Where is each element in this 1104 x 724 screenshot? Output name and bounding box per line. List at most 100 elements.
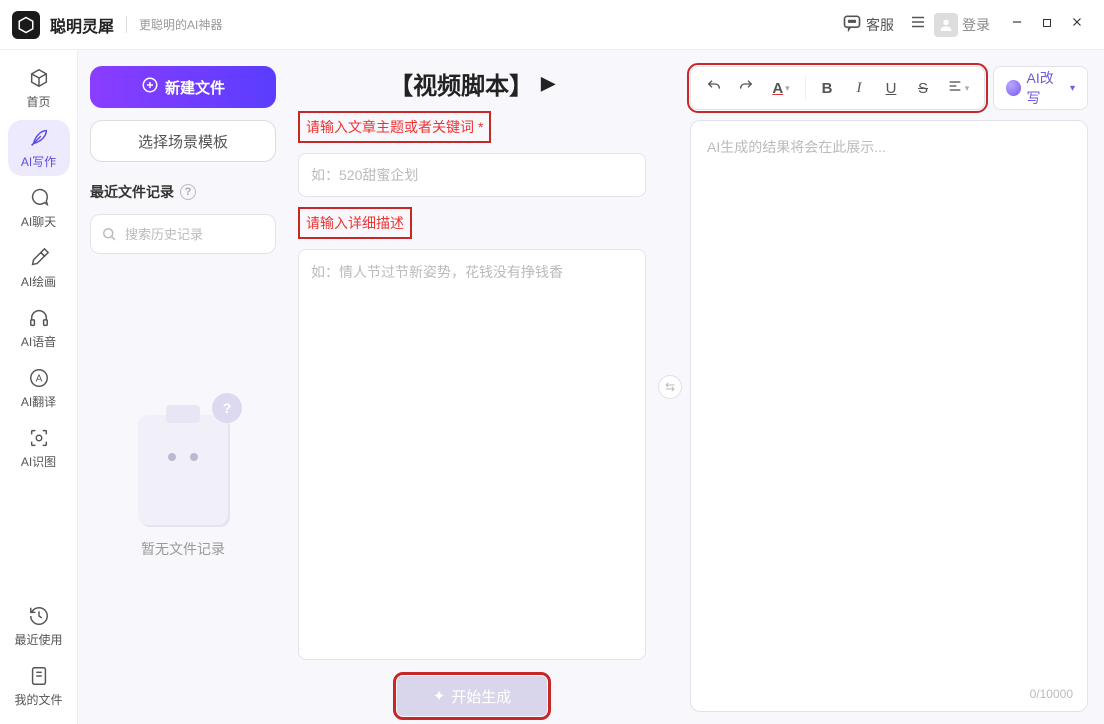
redo-icon [738, 78, 754, 98]
sidebar-label: 首页 [26, 93, 50, 110]
sidebar-item-vision[interactable]: AI识图 [8, 420, 70, 476]
maximize-icon [1041, 16, 1053, 34]
file-icon [28, 665, 50, 687]
ai-orb-icon [1006, 80, 1021, 96]
search-icon [100, 225, 118, 248]
close-icon [1070, 15, 1084, 34]
app-name: 聪明灵犀 [50, 13, 114, 37]
headphones-icon [28, 307, 50, 329]
sparkle-icon: ✦ [433, 687, 446, 705]
detail-textarea[interactable] [298, 249, 646, 660]
recent-files-heading: 最近文件记录 ? [90, 182, 276, 202]
support-button[interactable]: 客服 [842, 13, 894, 36]
choose-template-button[interactable]: 选择场景模板 [90, 120, 276, 162]
strike-icon: S [918, 80, 928, 97]
app-logo [12, 11, 40, 39]
ai-rewrite-button[interactable]: AI改写 ▾ [993, 66, 1088, 110]
sidebar-item-chat[interactable]: AI聊天 [8, 180, 70, 236]
hamburger-icon [909, 13, 927, 36]
drag-handle-icon: ⇆ [658, 375, 682, 399]
sidebar-item-voice[interactable]: AI语音 [8, 300, 70, 356]
sidebar-item-translate[interactable]: A AI翻译 [8, 360, 70, 416]
empty-state: ? 暂无文件记录 [90, 266, 276, 708]
avatar-icon [934, 13, 958, 37]
font-color-button[interactable]: A▾ [763, 73, 799, 103]
sidebar-label: 最近使用 [14, 631, 62, 648]
new-file-button[interactable]: 新建文件 [90, 66, 276, 108]
minimize-icon [1010, 15, 1024, 34]
sidebar: 首页 AI写作 AI聊天 AI绘画 AI语音 A AI翻译 AI识图 [0, 50, 78, 724]
sidebar-item-recent[interactable]: 最近使用 [8, 598, 70, 654]
titlebar: 聪明灵犀 更聪明的AI神器 客服 登录 [0, 0, 1104, 50]
output-placeholder: AI生成的结果将会在此展示... [707, 137, 1071, 157]
undo-icon [706, 78, 722, 98]
redo-button[interactable] [731, 73, 761, 103]
sidebar-label: 我的文件 [14, 691, 62, 708]
chevron-down-icon: ▾ [1070, 83, 1075, 94]
topic-label: 请输入文章主题或者关键词* [298, 111, 491, 143]
clipboard-illustration: ? [138, 415, 228, 525]
topic-label-text: 请输入文章主题或者关键词 [306, 119, 474, 135]
detail-label: 请输入详细描述 [298, 207, 412, 239]
app-tagline: 更聪明的AI神器 [126, 16, 222, 33]
minimize-button[interactable] [1002, 10, 1032, 40]
play-icon[interactable]: ▶ [541, 73, 555, 94]
help-icon[interactable]: ? [180, 184, 196, 200]
ai-rewrite-label: AI改写 [1027, 68, 1064, 108]
bold-button[interactable]: B [812, 73, 842, 103]
align-icon [947, 78, 963, 98]
plus-circle-icon [141, 76, 159, 98]
sidebar-label: AI语音 [21, 333, 56, 350]
cube-icon [28, 67, 50, 89]
output-panel: A▾ B I U S ▾ AI改写 ▾ AI生成的结果将会在此展示... 0/1… [684, 50, 1104, 724]
align-button[interactable]: ▾ [940, 73, 976, 103]
choose-template-label: 选择场景模板 [138, 131, 228, 152]
undo-button[interactable] [699, 73, 729, 103]
login-button[interactable]: 登录 [934, 13, 990, 37]
login-label: 登录 [962, 15, 990, 35]
maximize-button[interactable] [1032, 10, 1062, 40]
generate-button[interactable]: ✦ 开始生成 [397, 676, 547, 716]
question-badge-icon: ? [212, 393, 242, 423]
close-button[interactable] [1062, 10, 1092, 40]
topic-input[interactable] [298, 153, 646, 197]
new-file-label: 新建文件 [165, 77, 225, 98]
recent-files-label: 最近文件记录 [90, 182, 174, 202]
italic-icon: I [857, 80, 862, 97]
required-star: * [478, 119, 483, 135]
sidebar-label: AI绘画 [21, 273, 56, 290]
font-color-icon: A [772, 80, 783, 97]
svg-text:A: A [35, 373, 42, 384]
empty-text: 暂无文件记录 [141, 539, 225, 559]
sidebar-item-paint[interactable]: AI绘画 [8, 240, 70, 296]
translate-icon: A [28, 367, 50, 389]
sidebar-label: AI识图 [21, 453, 56, 470]
underline-button[interactable]: U [876, 73, 906, 103]
chat-bubble-icon [842, 13, 862, 36]
files-panel: 新建文件 选择场景模板 最近文件记录 ? ? 暂无文件记录 [78, 50, 288, 724]
page-title-text: 【视频脚本】 [389, 66, 533, 101]
feather-icon [28, 127, 50, 149]
menu-button[interactable] [902, 9, 934, 41]
char-counter: 0/10000 [1030, 687, 1073, 701]
sidebar-item-files[interactable]: 我的文件 [8, 658, 70, 714]
history-icon [28, 605, 50, 627]
chat-icon [28, 187, 50, 209]
format-toolbar: A▾ B I U S ▾ [690, 66, 985, 110]
output-area[interactable]: AI生成的结果将会在此展示... 0/10000 [690, 120, 1088, 712]
bold-icon: B [822, 80, 833, 97]
generate-label: 开始生成 [451, 686, 511, 707]
sidebar-item-home[interactable]: 首页 [8, 60, 70, 116]
panel-resize-handle[interactable]: ⇆ [656, 50, 684, 724]
sidebar-label: AI翻译 [21, 393, 56, 410]
sidebar-label: AI写作 [21, 153, 56, 170]
scan-icon [28, 427, 50, 449]
sidebar-item-writing[interactable]: AI写作 [8, 120, 70, 176]
detail-label-text: 请输入详细描述 [306, 215, 404, 231]
editor-panel: 【视频脚本】 ▶ 请输入文章主题或者关键词* 请输入详细描述 ✦ 开始生成 [288, 50, 656, 724]
underline-icon: U [886, 80, 897, 97]
support-label: 客服 [866, 15, 894, 35]
brush-icon [28, 247, 50, 269]
italic-button[interactable]: I [844, 73, 874, 103]
strike-button[interactable]: S [908, 73, 938, 103]
